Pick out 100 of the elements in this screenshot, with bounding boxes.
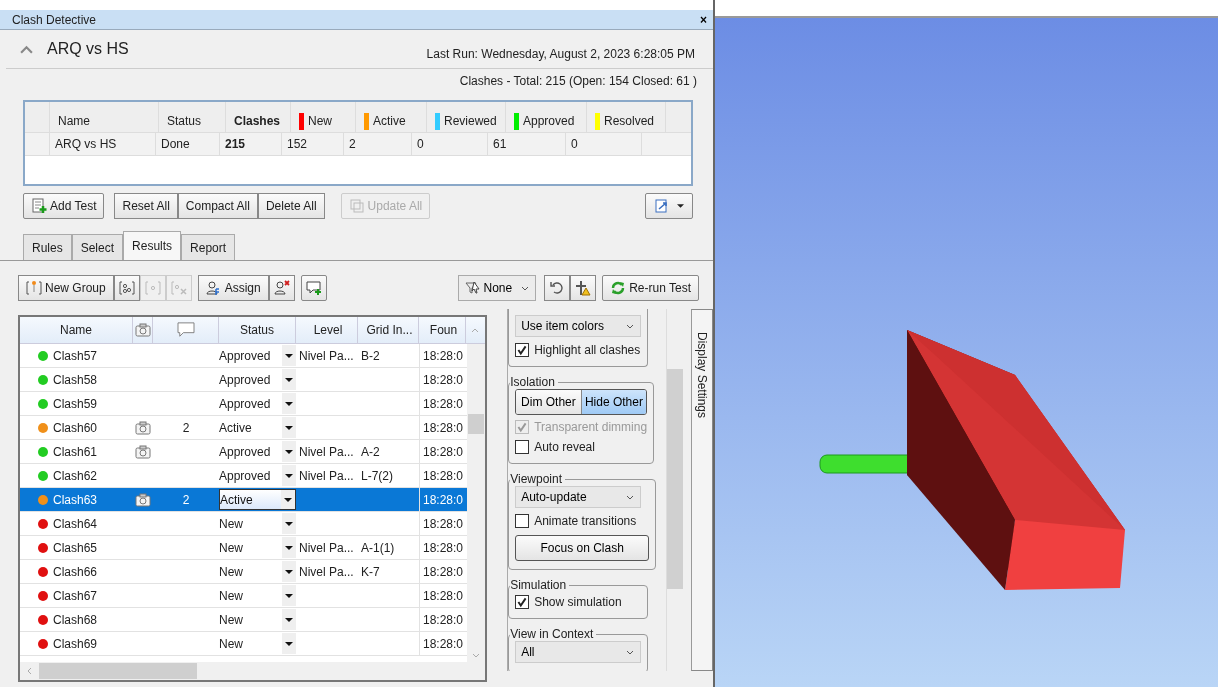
result-row[interactable]: Clash65 New Nivel Pa... A-1(1) 18:28:0 xyxy=(20,536,468,560)
viewpoint-dropdown[interactable]: Auto-update xyxy=(515,486,642,508)
add-comment-icon[interactable] xyxy=(300,275,327,301)
column-header[interactable]: Grid In... xyxy=(358,317,419,343)
scroll-thumb[interactable] xyxy=(667,369,684,589)
column-header[interactable]: Approved xyxy=(506,102,587,132)
vertical-scrollbar[interactable] xyxy=(467,344,486,662)
scroll-down-icon[interactable] xyxy=(472,653,481,658)
comment-count: 2 xyxy=(182,492,190,507)
isolation-toggle[interactable]: Dim Other xyxy=(516,390,581,414)
toolbar-button[interactable]: Delete All xyxy=(257,193,325,219)
table-cell: 18:28:0 xyxy=(423,468,464,483)
column-header[interactable]: Clashes xyxy=(226,102,291,132)
3d-viewport[interactable] xyxy=(715,0,1218,687)
status-dropdown[interactable]: New xyxy=(219,632,296,655)
result-row[interactable]: Clash68 New 18:28:0 xyxy=(20,608,468,632)
result-row[interactable]: Clash64 New 18:28:0 xyxy=(20,512,468,536)
checkbox[interactable]: Animate transitions xyxy=(515,511,650,531)
status-dropdown[interactable]: Active xyxy=(219,416,296,439)
column-header[interactable]: Status xyxy=(159,102,226,132)
checkmark-icon xyxy=(516,344,529,356)
isolation-toggle[interactable]: Hide Other xyxy=(580,390,647,414)
result-row[interactable]: Clash61 Approved Nivel Pa... A-2 18:28:0 xyxy=(20,440,468,464)
table-cell: Done xyxy=(156,133,220,155)
column-header[interactable]: New xyxy=(291,102,356,132)
result-row[interactable]: Clash59 Approved 18:28:0 xyxy=(20,392,468,416)
table-cell: 18:28:0 xyxy=(423,420,464,435)
scroll-left-icon[interactable] xyxy=(27,667,32,675)
toolbar-button[interactable]: Reset All xyxy=(114,193,178,219)
result-row[interactable]: Clash57 Approved Nivel Pa... B-2 18:28:0 xyxy=(20,344,468,368)
status-dropdown[interactable]: New xyxy=(219,608,296,631)
context-dropdown[interactable]: All xyxy=(515,641,642,663)
toolbar-button[interactable]: Compact All xyxy=(177,193,258,219)
undo-icon[interactable] xyxy=(544,275,571,301)
display-settings-tab[interactable]: Display Settings xyxy=(691,309,713,671)
status-dropdown[interactable]: Active xyxy=(219,489,296,510)
vertical-scrollbar[interactable] xyxy=(666,309,686,671)
result-row[interactable]: Clash69 New 18:28:0 xyxy=(20,632,468,656)
collapse-chevron-icon[interactable] xyxy=(20,44,33,54)
table-cell: 152 xyxy=(282,133,344,155)
result-row[interactable]: Clash63 2 Active 18:28:0 xyxy=(20,488,468,512)
tab[interactable]: Rules xyxy=(23,234,72,260)
scroll-up-icon[interactable] xyxy=(471,327,479,333)
status-dropdown[interactable]: New xyxy=(219,560,296,583)
chevron-down-icon xyxy=(626,649,635,655)
tab[interactable]: Results xyxy=(123,231,182,260)
table-cell: 18:28:0 xyxy=(423,444,464,459)
table-cell: 18:28:0 xyxy=(423,348,464,363)
scroll-thumb[interactable] xyxy=(468,414,485,434)
close-button[interactable]: × xyxy=(698,12,709,27)
checkbox[interactable]: Highlight all clashes xyxy=(515,340,642,360)
clash-name: Clash67 xyxy=(53,588,98,603)
result-row[interactable]: Clash58 Approved 18:28:0 xyxy=(20,368,468,392)
status-dropdown[interactable]: New xyxy=(219,584,296,607)
assign-button[interactable]: Assign xyxy=(197,275,269,301)
horizontal-scrollbar[interactable] xyxy=(20,662,486,680)
comment-icon[interactable] xyxy=(176,322,195,338)
scroll-thumb[interactable] xyxy=(39,663,197,679)
clash-name: Clash64 xyxy=(53,516,98,531)
column-header[interactable]: Resolved xyxy=(587,102,666,132)
focus-on-clash-button[interactable]: Focus on Clash xyxy=(515,535,650,561)
checkbox[interactable]: Auto reveal xyxy=(515,437,648,457)
table-cell: ARQ vs HS xyxy=(50,133,156,155)
refresh-icon xyxy=(610,280,627,296)
checkbox[interactable]: Show simulation xyxy=(515,592,642,612)
status-dropdown[interactable]: Approved xyxy=(219,368,296,391)
compact-warning-icon[interactable] xyxy=(570,275,597,301)
column-header[interactable]: Status xyxy=(219,317,296,343)
unassign-icon[interactable] xyxy=(268,275,295,301)
result-row[interactable]: Clash60 2 Active 18:28:0 xyxy=(20,416,468,440)
filter-dropdown[interactable]: None xyxy=(457,275,537,301)
camera-icon[interactable] xyxy=(134,323,151,337)
column-header[interactable]: Name xyxy=(20,317,133,343)
rerun-test-button[interactable]: Re-run Test xyxy=(602,275,699,301)
export-dropdown-button[interactable] xyxy=(645,193,693,219)
tab[interactable]: Report xyxy=(181,234,236,260)
status-dropdown[interactable]: Approved xyxy=(219,392,296,415)
clash-name: Clash65 xyxy=(53,540,98,555)
column-header[interactable]: Reviewed xyxy=(427,102,506,132)
highlight-dropdown[interactable]: Use item colors xyxy=(515,315,642,337)
new-group-button[interactable]: New Group xyxy=(18,275,114,301)
column-header[interactable]: Name xyxy=(50,102,159,132)
result-row[interactable]: Clash67 New 18:28:0 xyxy=(20,584,468,608)
result-row[interactable]: Clash66 New Nivel Pa... K-7 18:28:0 xyxy=(20,560,468,584)
tab[interactable]: Select xyxy=(71,234,124,260)
caret-icon xyxy=(285,449,293,454)
status-dropdown[interactable]: Approved xyxy=(219,440,296,463)
table-cell: Nivel Pa... xyxy=(299,564,354,579)
caret-icon xyxy=(285,377,293,382)
status-dropdown[interactable]: New xyxy=(219,536,296,559)
group-icon[interactable] xyxy=(113,275,140,301)
panel-title: Clash Detective xyxy=(12,12,97,27)
status-dropdown[interactable]: Approved xyxy=(219,344,296,367)
toolbar-button[interactable]: Add Test xyxy=(23,193,105,219)
status-dropdown[interactable]: Approved xyxy=(219,464,296,487)
column-header[interactable]: Active xyxy=(356,102,427,132)
column-header[interactable]: Foun xyxy=(419,317,466,343)
status-dropdown[interactable]: New xyxy=(219,512,296,535)
table-cell: 18:28:0 xyxy=(423,636,464,651)
column-header[interactable]: Level xyxy=(296,317,358,343)
